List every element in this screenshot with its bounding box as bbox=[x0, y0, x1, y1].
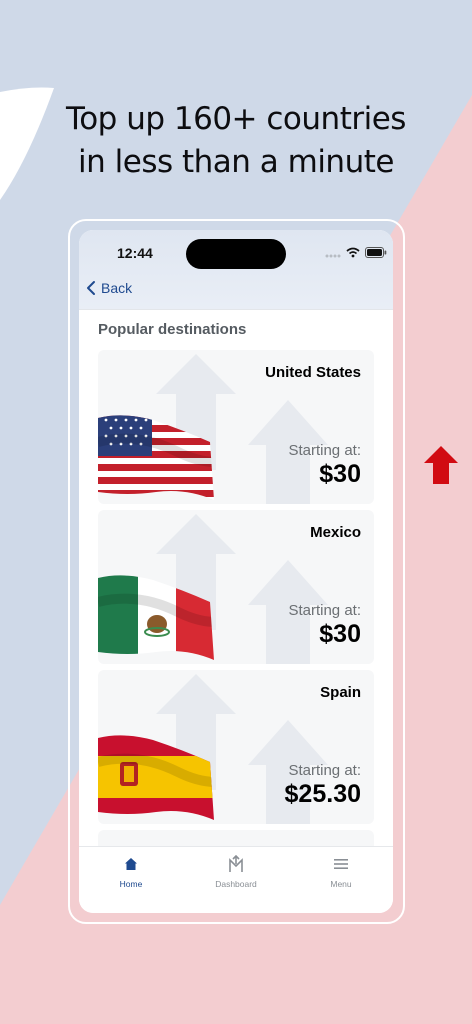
home-icon bbox=[125, 858, 137, 870]
chevron-left-icon bbox=[87, 281, 95, 295]
country-name: Mexico bbox=[310, 524, 361, 541]
back-label: Back bbox=[101, 280, 133, 296]
headline-line-2: in less than a minute bbox=[78, 144, 394, 180]
tab-label: Dashboard bbox=[215, 879, 257, 889]
headline-line-1: Top up 160+ countries bbox=[66, 101, 406, 137]
country-name: Spain bbox=[320, 684, 361, 701]
phone-screen: 12:44 Back Popular destinations United S… bbox=[79, 230, 393, 913]
price-value: $30 bbox=[319, 460, 361, 488]
battery-icon bbox=[365, 247, 387, 258]
dynamic-island bbox=[186, 239, 286, 269]
bottom-tab-bar: Home Dashboard Menu bbox=[79, 846, 393, 913]
destination-card-mexico[interactable]: Mexico Starting at: $30 bbox=[98, 510, 374, 664]
starting-at-label: Starting at: bbox=[288, 442, 361, 459]
signal-icon bbox=[325, 254, 341, 257]
status-time: 12:44 bbox=[117, 245, 153, 261]
tab-menu[interactable]: Menu bbox=[301, 853, 381, 889]
price-value: $25.30 bbox=[284, 780, 361, 808]
mexico-flag-icon bbox=[98, 575, 214, 660]
tab-home[interactable]: Home bbox=[91, 853, 171, 889]
country-name: United States bbox=[265, 364, 361, 381]
promo-headline: Top up 160+ countries in less than a min… bbox=[0, 98, 472, 184]
starting-at-label: Starting at: bbox=[288, 602, 361, 619]
price-value: $30 bbox=[319, 620, 361, 648]
dashboard-logo-icon bbox=[229, 855, 243, 872]
destination-card-united-states[interactable]: United States Starting at: $30 bbox=[98, 350, 374, 504]
destination-card-spain[interactable]: Spain Starting at: $25.30 bbox=[98, 670, 374, 824]
section-title: Popular destinations bbox=[98, 321, 247, 338]
status-icons bbox=[325, 247, 387, 258]
starting-at-label: Starting at: bbox=[288, 762, 361, 779]
spain-flag-icon bbox=[98, 735, 214, 820]
tab-label: Home bbox=[119, 879, 143, 889]
top-bar: 12:44 Back bbox=[79, 230, 393, 310]
tab-label: Menu bbox=[330, 879, 352, 889]
menu-icon bbox=[334, 859, 348, 869]
red-arrow-up-icon bbox=[424, 446, 458, 484]
tab-dashboard[interactable]: Dashboard bbox=[196, 853, 276, 889]
back-button[interactable]: Back bbox=[85, 280, 132, 296]
wifi-icon bbox=[346, 247, 360, 258]
us-flag-icon bbox=[98, 415, 214, 500]
